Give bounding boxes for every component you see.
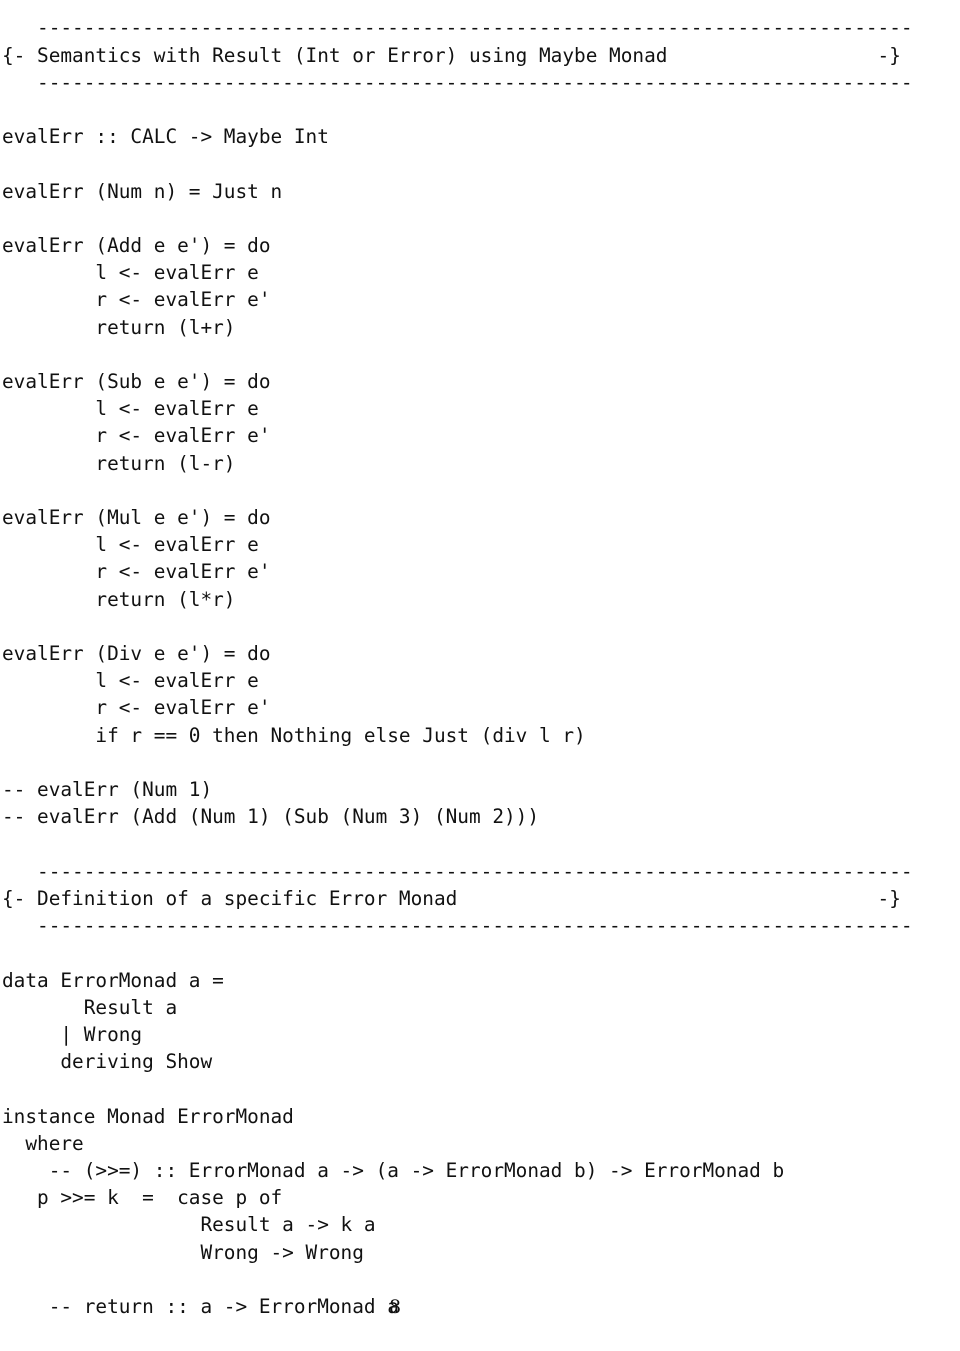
- document-page: ----------------------------------------…: [0, 0, 960, 1351]
- haskell-code-listing: ----------------------------------------…: [2, 16, 913, 1318]
- page-number: 8: [388, 1296, 402, 1318]
